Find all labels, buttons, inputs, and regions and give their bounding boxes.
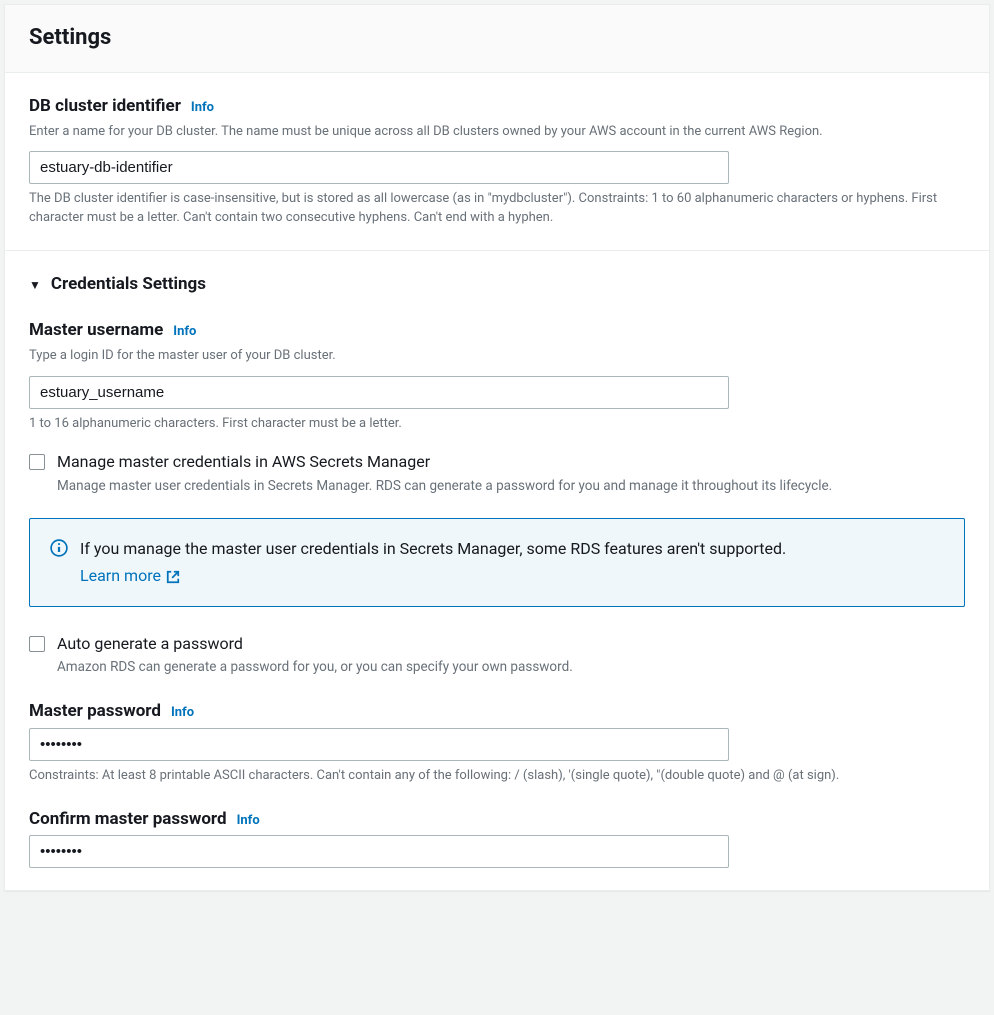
db-identifier-info-link[interactable]: Info [191,99,214,117]
auto-generate-checkbox-desc: Amazon RDS can generate a password for y… [57,658,965,678]
master-username-helper: 1 to 16 alphanumeric characters. First c… [29,415,965,434]
credentials-section: ▼ Credentials Settings Master username I… [5,250,989,890]
master-password-field: Master password Info Constraints: At lea… [29,700,965,786]
secrets-manager-checkbox-row: Manage master credentials in AWS Secrets… [29,451,965,496]
master-username-label: Master username [29,319,163,343]
master-username-input[interactable] [29,376,729,409]
secrets-manager-checkbox-label: Manage master credentials in AWS Secrets… [57,451,965,473]
master-username-info-link[interactable]: Info [173,323,196,341]
page-title: Settings [29,23,965,54]
confirm-password-field: Confirm master password Info [29,808,965,869]
master-username-field: Master username Info Type a login ID for… [29,319,965,433]
auto-generate-checkbox-row: Auto generate a password Amazon RDS can … [29,633,965,678]
db-identifier-label: DB cluster identifier [29,95,181,119]
secrets-alert-text: If you manage the master user credential… [80,537,786,561]
master-password-helper: Constraints: At least 8 printable ASCII … [29,767,965,786]
secrets-manager-checkbox[interactable] [29,454,45,470]
secrets-info-alert: If you manage the master user credential… [29,518,965,607]
db-identifier-description: Enter a name for your DB cluster. The na… [29,123,965,142]
panel-header: Settings [5,5,989,73]
master-password-input[interactable] [29,728,729,761]
caret-down-icon: ▼ [29,277,41,294]
db-identifier-input[interactable] [29,151,729,184]
db-identifier-field: DB cluster identifier Info Enter a name … [5,73,989,250]
learn-more-link[interactable]: Learn more [80,565,180,587]
master-password-label: Master password [29,700,161,724]
auto-generate-checkbox-label: Auto generate a password [57,633,965,655]
credentials-toggle[interactable]: ▼ Credentials Settings [29,273,965,297]
info-icon [50,539,68,557]
secrets-manager-checkbox-desc: Manage master user credentials in Secret… [57,477,965,497]
confirm-password-input[interactable] [29,835,729,868]
external-link-icon [166,570,180,584]
confirm-password-info-link[interactable]: Info [237,812,260,830]
settings-panel: Settings DB cluster identifier Info Ente… [4,4,990,891]
master-username-description: Type a login ID for the master user of y… [29,347,965,366]
confirm-password-label: Confirm master password [29,808,227,832]
db-identifier-helper: The DB cluster identifier is case-insens… [29,190,965,228]
master-password-info-link[interactable]: Info [171,704,194,722]
credentials-title: Credentials Settings [51,273,206,297]
auto-generate-checkbox[interactable] [29,636,45,652]
learn-more-label: Learn more [80,565,161,587]
